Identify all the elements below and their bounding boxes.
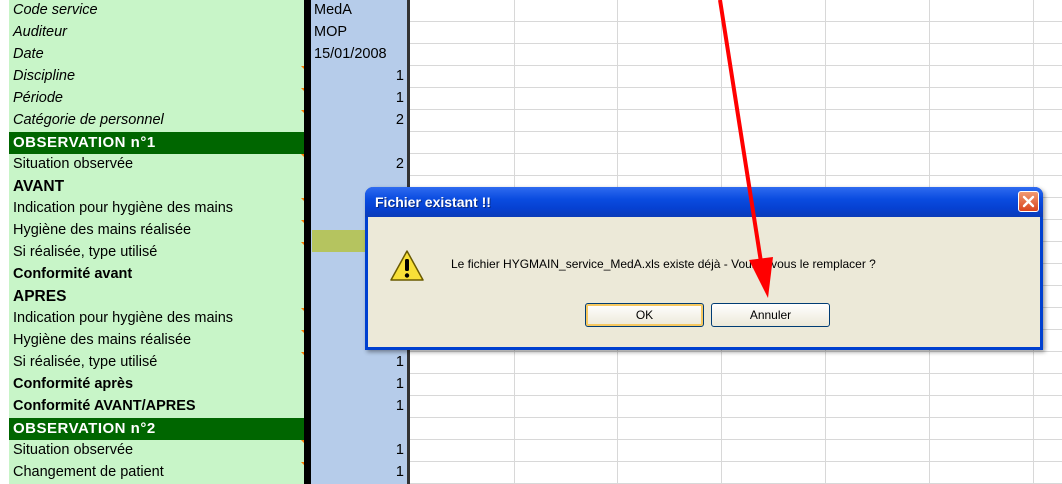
ok-button[interactable]: OK bbox=[585, 303, 704, 327]
row-label[interactable]: Conformité avant bbox=[9, 264, 309, 286]
row-label[interactable]: Changement de patient bbox=[9, 462, 309, 484]
close-button[interactable] bbox=[1018, 191, 1039, 212]
file-exists-dialog: Fichier existant !! Le fichier HYGMAIN_s… bbox=[365, 187, 1043, 350]
row-label-text: Conformité AVANT/APRES bbox=[13, 398, 196, 414]
value-cell[interactable]: 2 bbox=[312, 154, 407, 176]
grid-hline bbox=[410, 65, 1062, 66]
value-cell[interactable] bbox=[312, 132, 407, 154]
grid-hline bbox=[410, 373, 1062, 374]
row-label-text: Si réalisée, type utilisé bbox=[13, 354, 158, 370]
row-label[interactable]: Période bbox=[9, 88, 309, 110]
row-label[interactable]: Indication pour hygiène des mains bbox=[9, 308, 309, 330]
row-label-text: Discipline bbox=[13, 68, 76, 84]
row-label[interactable]: Si réalisée, type utilisé bbox=[9, 242, 309, 264]
row-label[interactable]: Situation observée bbox=[9, 440, 309, 462]
row-label-text: Hygiène des mains réalisée bbox=[13, 332, 192, 348]
dialog-title: Fichier existant !! bbox=[375, 194, 491, 210]
row-label-text: Catégorie de personnel bbox=[13, 112, 164, 128]
grid-hline bbox=[410, 395, 1062, 396]
grid-hline bbox=[410, 439, 1062, 440]
value-cell[interactable]: MOP bbox=[312, 22, 407, 44]
value-cell[interactable]: 1 bbox=[312, 66, 407, 88]
value-cell-text: 2 bbox=[395, 112, 404, 128]
row-label[interactable]: Code service bbox=[9, 0, 309, 22]
row-label-text: Conformité avant bbox=[13, 266, 133, 282]
value-cell[interactable]: 1 bbox=[312, 88, 407, 110]
value-cell[interactable]: 1 bbox=[312, 440, 407, 462]
row-label[interactable]: Conformité AVANT/APRES bbox=[9, 396, 309, 418]
value-cell[interactable]: 1 bbox=[312, 462, 407, 484]
row-label[interactable]: Indication pour hygiène des mains bbox=[9, 198, 309, 220]
row-label-text: AVANT bbox=[13, 178, 65, 195]
value-cell-text: 1 bbox=[395, 354, 404, 370]
grid-hline bbox=[410, 461, 1062, 462]
grid-hline bbox=[410, 21, 1062, 22]
grid-hline bbox=[410, 131, 1062, 132]
grid-hline bbox=[410, 175, 1062, 176]
value-cell-text: MedA bbox=[314, 2, 352, 18]
row-label[interactable]: Hygiène des mains réalisée bbox=[9, 330, 309, 352]
row-label[interactable]: Catégorie de personnel bbox=[9, 110, 309, 132]
row-label-text: APRES bbox=[13, 288, 67, 305]
cancel-button[interactable]: Annuler bbox=[711, 303, 830, 327]
row-label[interactable]: APRES bbox=[9, 286, 309, 308]
row-label[interactable]: Auditeur bbox=[9, 22, 309, 44]
value-cell[interactable]: 2 bbox=[312, 110, 407, 132]
value-cell-text: 2 bbox=[395, 156, 404, 172]
grid-hline bbox=[410, 417, 1062, 418]
row-label-text: OBSERVATION n°1 bbox=[13, 134, 156, 151]
value-cell-text: 1 bbox=[395, 464, 404, 480]
row-label-text: Si réalisée, type utilisé bbox=[13, 244, 158, 260]
value-cell[interactable]: MedA bbox=[312, 0, 407, 22]
row-label-text: Code service bbox=[13, 2, 98, 18]
row-label-text: Situation observée bbox=[13, 442, 134, 458]
value-cell[interactable]: 1 bbox=[312, 396, 407, 418]
value-cell-text: 1 bbox=[395, 442, 404, 458]
section-header[interactable]: OBSERVATION n°1 bbox=[9, 132, 309, 154]
value-cell-text: 1 bbox=[395, 68, 404, 84]
value-cell[interactable]: 1 bbox=[312, 352, 407, 374]
value-cell-text: 1 bbox=[395, 90, 404, 106]
grid-hline bbox=[410, 351, 1062, 352]
row-label-text: Indication pour hygiène des mains bbox=[13, 310, 234, 326]
dialog-titlebar[interactable]: Fichier existant !! bbox=[365, 187, 1043, 217]
grid-hline bbox=[410, 109, 1062, 110]
value-cell[interactable]: 1 bbox=[312, 374, 407, 396]
row-label-text: Auditeur bbox=[13, 24, 68, 40]
grid-hline bbox=[410, 87, 1062, 88]
value-cell-text: MOP bbox=[314, 24, 348, 40]
section-header[interactable]: OBSERVATION n°2 bbox=[9, 418, 309, 440]
value-cell[interactable] bbox=[312, 418, 407, 440]
grid-hline bbox=[410, 43, 1062, 44]
close-icon bbox=[1022, 195, 1035, 208]
grid-hline bbox=[410, 153, 1062, 154]
value-cell-text: 1 bbox=[395, 398, 404, 414]
warning-icon bbox=[390, 250, 424, 281]
row-label[interactable]: AVANT bbox=[9, 176, 309, 198]
row-label-text: Date bbox=[13, 46, 44, 62]
row-label[interactable]: Si réalisée, type utilisé bbox=[9, 352, 309, 374]
row-label[interactable]: Discipline bbox=[9, 66, 309, 88]
row-label-text: OBSERVATION n°2 bbox=[13, 420, 156, 437]
column-border bbox=[304, 0, 311, 484]
row-label-text: Hygiène des mains réalisée bbox=[13, 222, 192, 238]
row-label-text: Situation observée bbox=[13, 156, 134, 172]
row-label-text: Conformité après bbox=[13, 376, 134, 392]
value-cell[interactable]: 15/01/2008 bbox=[312, 44, 407, 66]
value-cell-text: 1 bbox=[395, 376, 404, 392]
value-cell-text: 15/01/2008 bbox=[314, 46, 387, 62]
row-label[interactable]: Hygiène des mains réalisée bbox=[9, 220, 309, 242]
dialog-message: Le fichier HYGMAIN_service_MedA.xls exis… bbox=[451, 257, 876, 271]
row-label[interactable]: Date bbox=[9, 44, 309, 66]
row-label-text: Changement de patient bbox=[13, 464, 164, 480]
row-label-text: Période bbox=[13, 90, 63, 106]
row-label-text: Indication pour hygiène des mains bbox=[13, 200, 234, 216]
row-label[interactable]: Situation observée bbox=[9, 154, 309, 176]
row-label[interactable]: Conformité après bbox=[9, 374, 309, 396]
